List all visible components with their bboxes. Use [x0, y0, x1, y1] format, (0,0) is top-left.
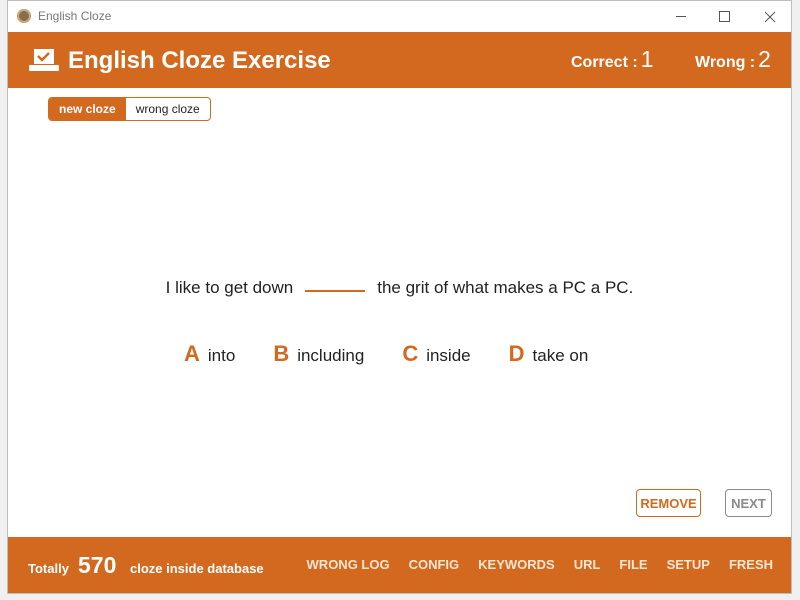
question-after: the grit of what makes a PC a PC.	[377, 278, 634, 297]
window-title: English Cloze	[38, 9, 112, 23]
close-icon	[764, 11, 776, 22]
wrong-value: 2	[758, 46, 771, 72]
option-text: including	[297, 346, 365, 365]
new-cloze-tab[interactable]: new cloze	[49, 98, 126, 120]
close-button[interactable]	[747, 1, 793, 32]
correct-counter: Correct :1	[571, 46, 653, 73]
option-a[interactable]: A into	[184, 341, 235, 367]
minimize-icon	[676, 16, 686, 17]
footer-nav: WRONG LOG CONFIG KEYWORDS URL FILE SETUP…	[288, 557, 773, 572]
url-link[interactable]: URL	[574, 557, 601, 572]
correct-label: Correct :	[571, 54, 638, 71]
app-header: English Cloze Exercise Correct :1 Wrong …	[8, 32, 791, 88]
wrong-counter: Wrong :2	[695, 46, 771, 73]
option-text: inside	[426, 346, 471, 365]
app-window: English Cloze English Cloze Exercise Cor…	[7, 0, 792, 594]
answer-options: A into B including C inside D take on	[184, 341, 626, 367]
question-before: I like to get down	[165, 278, 294, 297]
wrong-label: Wrong :	[695, 54, 756, 71]
option-text: into	[207, 346, 236, 365]
option-letter: C	[402, 341, 419, 366]
option-letter: D	[508, 341, 525, 366]
fresh-link[interactable]: FRESH	[729, 557, 773, 572]
page-title: English Cloze Exercise	[68, 47, 331, 74]
next-button[interactable]: NEXT	[725, 489, 772, 517]
option-c[interactable]: C inside	[402, 341, 470, 367]
total-suffix: cloze inside database	[130, 561, 264, 576]
app-footer: Totally 570 cloze inside database WRONG …	[8, 537, 791, 593]
file-link[interactable]: FILE	[619, 557, 647, 572]
option-letter: B	[273, 341, 290, 366]
wrong-log-link[interactable]: WRONG LOG	[307, 557, 390, 572]
option-d[interactable]: D take on	[509, 341, 589, 367]
total-count: 570	[78, 552, 117, 578]
answer-blank	[305, 289, 366, 292]
wrong-cloze-tab[interactable]: wrong cloze	[126, 98, 210, 120]
config-link[interactable]: CONFIG	[409, 557, 460, 572]
option-letter: A	[184, 341, 200, 366]
maximize-icon	[718, 11, 730, 22]
remove-button[interactable]: REMOVE	[636, 489, 701, 517]
mode-toggle: new cloze wrong cloze	[48, 97, 211, 121]
option-b[interactable]: B including	[273, 341, 364, 367]
maximize-button[interactable]	[701, 1, 747, 32]
total-label: Totally	[28, 561, 69, 576]
minimize-button[interactable]	[658, 1, 704, 32]
correct-value: 1	[640, 46, 654, 72]
question-sentence: I like to get down the grit of what makes…	[8, 278, 791, 298]
setup-link[interactable]: SETUP	[667, 557, 710, 572]
keywords-link[interactable]: KEYWORDS	[478, 557, 555, 572]
title-bar: English Cloze	[8, 1, 791, 32]
app-icon	[17, 9, 31, 23]
option-text: take on	[532, 346, 589, 365]
laptop-check-icon	[29, 49, 59, 71]
